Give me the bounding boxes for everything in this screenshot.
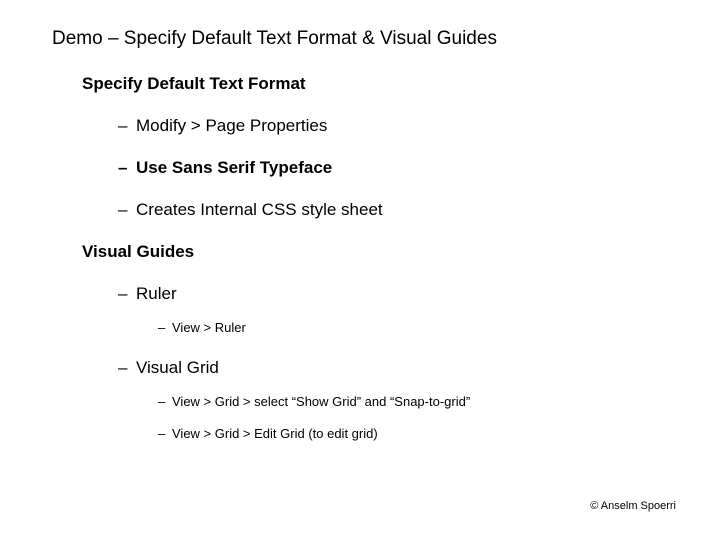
bullet-dash-icon: – xyxy=(118,284,136,304)
bullet-dash-icon: – xyxy=(158,320,172,335)
list-item: –Creates Internal CSS style sheet xyxy=(118,200,383,220)
footer-credit: © Anselm Spoerri xyxy=(590,500,676,512)
bullet-dash-icon: – xyxy=(158,394,172,409)
sub-list-item: –View > Ruler xyxy=(158,320,246,335)
list-item: –Ruler xyxy=(118,284,177,304)
sub-list-item: –View > Grid > Edit Grid (to edit grid) xyxy=(158,426,378,441)
list-item-text: Use Sans Serif Typeface xyxy=(136,158,332,177)
bullet-dash-icon: – xyxy=(118,358,136,378)
slide: Demo – Specify Default Text Format & Vis… xyxy=(0,0,720,540)
section-heading-text-format: Specify Default Text Format xyxy=(82,74,306,94)
list-item-text: Modify > Page Properties xyxy=(136,116,327,135)
section-heading-visual-guides: Visual Guides xyxy=(82,242,194,262)
list-item: –Modify > Page Properties xyxy=(118,116,327,136)
slide-title: Demo – Specify Default Text Format & Vis… xyxy=(52,28,497,50)
bullet-dash-icon: – xyxy=(118,200,136,220)
list-item-text: Creates Internal CSS style sheet xyxy=(136,200,383,219)
list-item: –Use Sans Serif Typeface xyxy=(118,158,332,178)
list-item-text: Ruler xyxy=(136,284,177,303)
sub-list-item-text: View > Ruler xyxy=(172,320,246,335)
sub-list-item-text: View > Grid > Edit Grid (to edit grid) xyxy=(172,426,378,441)
list-item-text: Visual Grid xyxy=(136,358,219,377)
bullet-dash-icon: – xyxy=(118,116,136,136)
bullet-dash-icon: – xyxy=(118,158,136,178)
bullet-dash-icon: – xyxy=(158,426,172,441)
list-item: –Visual Grid xyxy=(118,358,219,378)
sub-list-item-text: View > Grid > select “Show Grid” and “Sn… xyxy=(172,394,470,409)
sub-list-item: –View > Grid > select “Show Grid” and “S… xyxy=(158,394,470,409)
